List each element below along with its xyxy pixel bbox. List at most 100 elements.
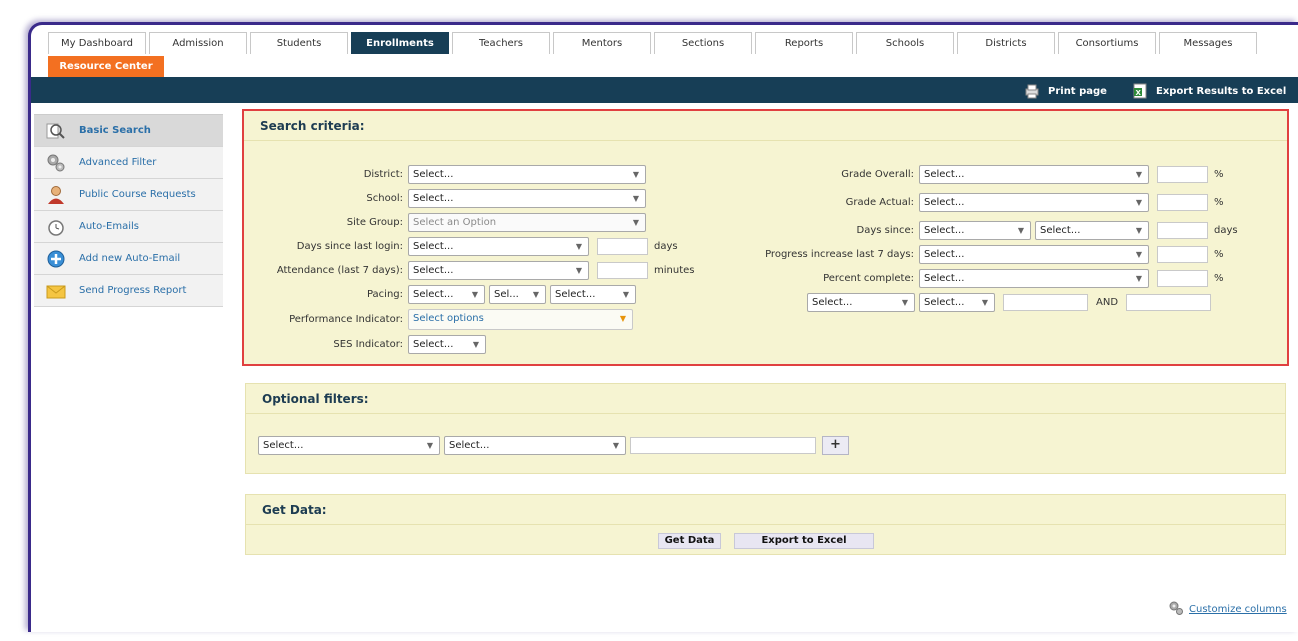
percent-complete-select[interactable]: Select... ▼ xyxy=(919,269,1149,288)
custom-field-select[interactable]: Select... ▼ xyxy=(807,293,915,312)
customize-columns-link[interactable]: Customize columns xyxy=(1168,600,1287,619)
pacing-select-2[interactable]: Sel... ▼ xyxy=(489,285,546,304)
action-bar: Print page X Export Results to Excel xyxy=(31,77,1298,103)
school-select[interactable]: Select... ▼ xyxy=(408,189,646,208)
add-circle-icon xyxy=(44,248,68,270)
optional-field-select[interactable]: Select... ▼ xyxy=(258,436,440,455)
main-tabs: My Dashboard Admission Students Enrollme… xyxy=(48,32,1260,54)
pacing-row: Pacing: Select... ▼ Sel... ▼ Select... ▼ xyxy=(252,285,640,304)
sidebar-item-label: Auto-Emails xyxy=(79,221,139,232)
add-filter-button[interactable]: + xyxy=(822,436,849,455)
tab-schools[interactable]: Schools xyxy=(856,32,954,54)
tab-students[interactable]: Students xyxy=(250,32,348,54)
percent-unit: % xyxy=(1214,273,1224,284)
district-select[interactable]: Select... ▼ xyxy=(408,165,646,184)
percent-complete-input[interactable] xyxy=(1157,270,1208,287)
custom-value-from-input[interactable] xyxy=(1003,294,1088,311)
tab-districts[interactable]: Districts xyxy=(957,32,1055,54)
export-to-excel-button[interactable]: Export to Excel xyxy=(734,533,874,549)
get-data-button[interactable]: Get Data xyxy=(658,533,721,549)
get-data-panel: Get Data: Get Data Export to Excel xyxy=(245,494,1286,555)
and-label: AND xyxy=(1096,297,1119,308)
grade-overall-input[interactable] xyxy=(1157,166,1208,183)
tab-enrollments[interactable]: Enrollments xyxy=(351,32,449,54)
optional-filters-title: Optional filters: xyxy=(246,384,1285,414)
sidebar-item-label: Send Progress Report xyxy=(79,285,187,296)
grade-overall-select[interactable]: Select... ▼ xyxy=(919,165,1149,184)
district-label: District: xyxy=(363,169,403,180)
ses-label: SES Indicator: xyxy=(333,339,403,350)
grade-actual-select[interactable]: Select... ▼ xyxy=(919,193,1149,212)
optional-value-input[interactable] xyxy=(630,437,816,454)
sidebar-item-basic-search[interactable]: Basic Search xyxy=(34,115,223,147)
excel-icon: X xyxy=(1132,83,1148,99)
tab-teachers[interactable]: Teachers xyxy=(452,32,550,54)
days-login-select[interactable]: Select... ▼ xyxy=(408,237,589,256)
tab-reports[interactable]: Reports xyxy=(755,32,853,54)
days-since-select-1[interactable]: Select... ▼ xyxy=(919,221,1031,240)
site-group-label: Site Group: xyxy=(346,217,403,228)
sidebar-item-advanced-filter[interactable]: Advanced Filter xyxy=(34,147,223,179)
sidebar-item-send-progress-report[interactable]: Send Progress Report xyxy=(34,275,223,307)
days-login-label: Days since last login: xyxy=(296,241,403,252)
sidebar-item-auto-emails[interactable]: Auto-Emails xyxy=(34,211,223,243)
tab-resource-center[interactable]: Resource Center xyxy=(48,56,164,77)
custom-operator-select[interactable]: Select... ▼ xyxy=(919,293,995,312)
performance-multiselect[interactable]: Select options ▼ xyxy=(408,309,633,330)
days-since-input[interactable] xyxy=(1157,222,1208,239)
minutes-unit: minutes xyxy=(654,265,695,276)
attendance-label: Attendance (last 7 days): xyxy=(276,265,403,276)
sidebar-item-add-auto-email[interactable]: Add new Auto-Email xyxy=(34,243,223,275)
attendance-input[interactable] xyxy=(597,262,648,279)
optional-filters-panel: Optional filters: Select... ▼ Select... ▼ … xyxy=(245,383,1286,474)
customize-columns-label: Customize columns xyxy=(1189,604,1287,615)
progress-select[interactable]: Select... ▼ xyxy=(919,245,1149,264)
tab-sections[interactable]: Sections xyxy=(654,32,752,54)
ses-select[interactable]: Select... ▼ xyxy=(408,335,486,354)
clock-icon xyxy=(44,216,68,238)
tab-messages[interactable]: Messages xyxy=(1159,32,1257,54)
sidebar-item-public-course-requests[interactable]: Public Course Requests xyxy=(34,179,223,211)
attendance-row: Attendance (last 7 days): Select... ▼ min… xyxy=(252,261,694,280)
site-group-select[interactable]: Select an Option ▼ xyxy=(408,213,646,232)
export-results-label: Export Results to Excel xyxy=(1156,85,1287,97)
percent-unit: % xyxy=(1214,197,1224,208)
days-login-input[interactable] xyxy=(597,238,648,255)
sidebar-item-label: Public Course Requests xyxy=(79,189,196,200)
grade-actual-input[interactable] xyxy=(1157,194,1208,211)
attendance-select[interactable]: Select... ▼ xyxy=(408,261,589,280)
days-since-select-2[interactable]: Select... ▼ xyxy=(1035,221,1149,240)
custom-filter-row: Select... ▼ Select... ▼ AND xyxy=(807,293,1217,312)
tab-mentors[interactable]: Mentors xyxy=(553,32,651,54)
tab-my-dashboard[interactable]: My Dashboard xyxy=(48,32,146,54)
percent-complete-row: Percent complete: Select... ▼ % xyxy=(764,269,1224,288)
percent-unit: % xyxy=(1214,169,1224,180)
optional-filter-row: Select... ▼ Select... ▼ xyxy=(258,436,822,455)
grade-overall-label: Grade Overall: xyxy=(841,169,914,180)
custom-value-to-input[interactable] xyxy=(1126,294,1212,311)
magnifier-icon xyxy=(44,120,68,142)
progress-input[interactable] xyxy=(1157,246,1208,263)
progress-label: Progress increase last 7 days: xyxy=(765,249,914,260)
school-label: School: xyxy=(366,193,403,204)
tab-admission[interactable]: Admission xyxy=(149,32,247,54)
search-criteria-title: Search criteria: xyxy=(244,111,1287,141)
school-row: School: Select... ▼ xyxy=(252,189,650,208)
days-login-row: Days since last login: Select... ▼ days xyxy=(252,237,678,256)
export-results-button[interactable]: X Export Results to Excel xyxy=(1132,83,1286,99)
envelope-icon xyxy=(44,280,68,302)
optional-operator-select[interactable]: Select... ▼ xyxy=(444,436,626,455)
svg-text:X: X xyxy=(1136,89,1142,97)
performance-label: Performance Indicator: xyxy=(289,314,403,325)
grade-overall-row: Grade Overall: Select... ▼ % xyxy=(764,165,1224,184)
sidebar-item-label: Advanced Filter xyxy=(79,157,157,168)
performance-row: Performance Indicator: Select options ▼ xyxy=(252,309,637,330)
site-group-row: Site Group: Select an Option ▼ xyxy=(252,213,650,232)
grade-actual-label: Grade Actual: xyxy=(845,197,914,208)
sidebar: Basic Search Advanced Filter Public Cour… xyxy=(34,114,223,307)
printer-icon xyxy=(1024,83,1040,99)
pacing-select-3[interactable]: Select... ▼ xyxy=(550,285,636,304)
print-page-button[interactable]: Print page xyxy=(1024,83,1107,99)
tab-consortiums[interactable]: Consortiums xyxy=(1058,32,1156,54)
pacing-select-1[interactable]: Select... ▼ xyxy=(408,285,485,304)
